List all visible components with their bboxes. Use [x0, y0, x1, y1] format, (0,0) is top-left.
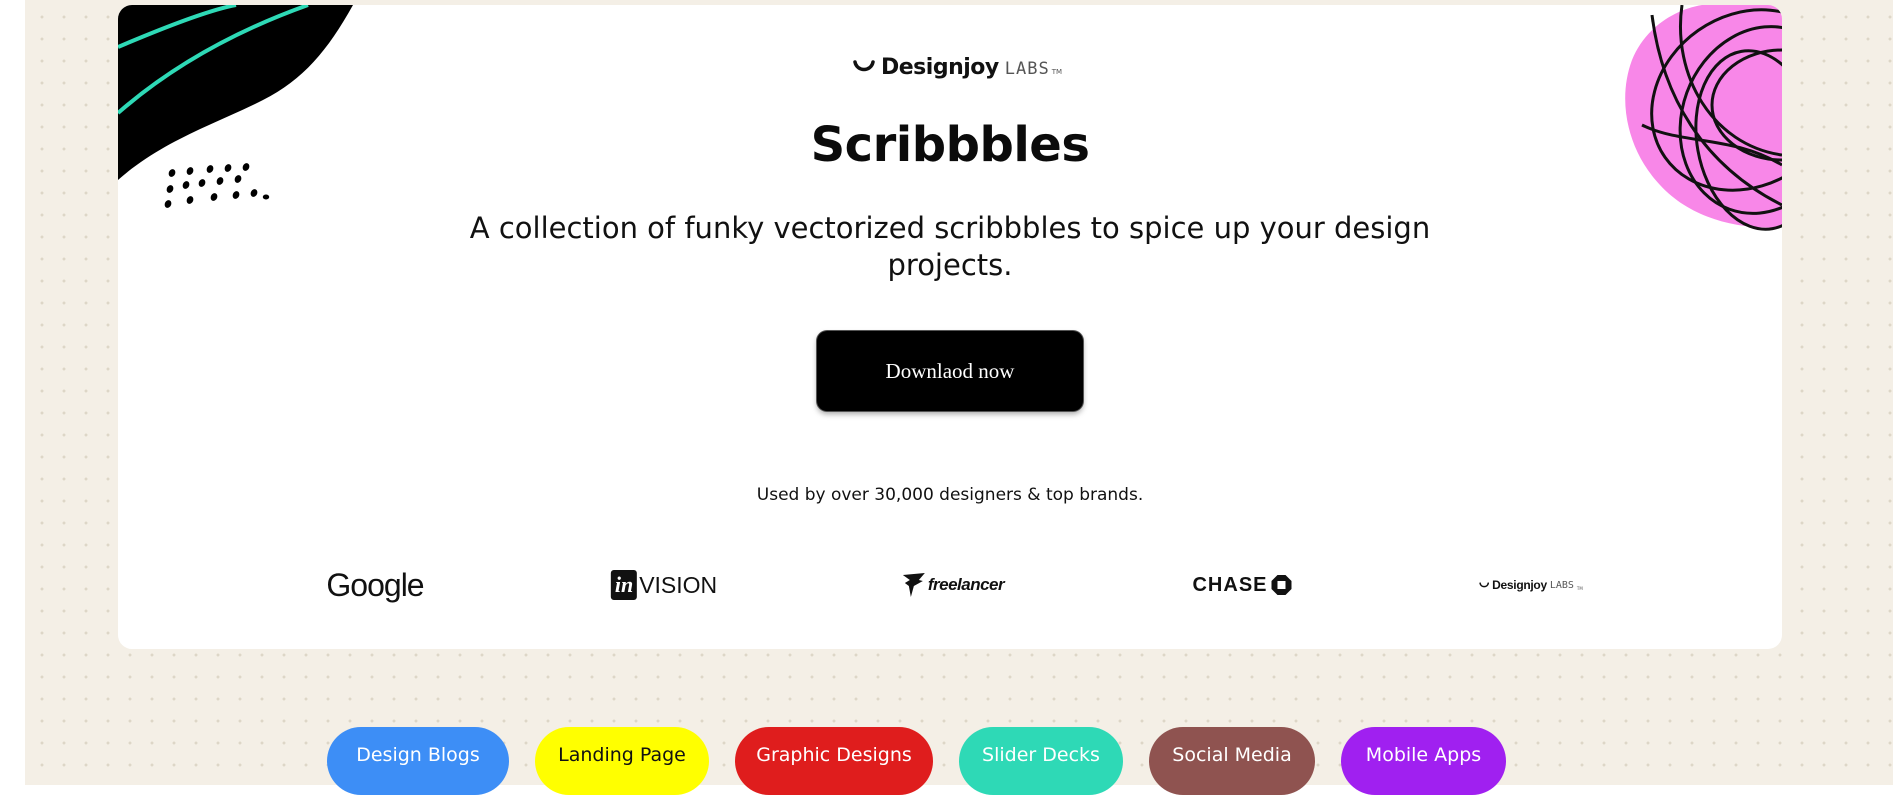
- category-label: Mobile Apps: [1365, 744, 1482, 766]
- category-pill-row: Design Blogs Landing Page Graphic Design…: [0, 727, 1893, 795]
- invision-badge: in: [610, 570, 638, 600]
- chase-wordmark: CHASE: [1192, 573, 1268, 596]
- designjoy-labs-logo[interactable]: Designjoy LABS TM: [853, 49, 1062, 85]
- bird-icon: [902, 573, 925, 597]
- smile-arc-icon: [853, 60, 875, 72]
- category-label: Graphic Designs: [756, 744, 912, 766]
- google-logo: Google: [326, 562, 424, 608]
- smile-arc-small-icon: [1479, 581, 1490, 587]
- page-title: Scribbbles: [810, 117, 1090, 173]
- brand-labs-label: LABS: [1004, 58, 1050, 79]
- designjoy-labs-small-logo: Designjoy LABS TM: [1479, 562, 1583, 608]
- chase-logo: CHASE: [1192, 562, 1292, 608]
- freelancer-logo: freelancer: [902, 562, 1005, 608]
- brand-name: Designjoy: [881, 54, 999, 80]
- category-label: Landing Page: [558, 744, 686, 766]
- mini-brand-trademark: TM: [1576, 585, 1583, 591]
- freelancer-wordmark: freelancer: [927, 575, 1005, 594]
- category-label: Slider Decks: [982, 744, 1100, 766]
- brand-trademark: TM: [1051, 68, 1063, 76]
- tagline: A collection of funky vectorized scribbb…: [469, 211, 1431, 282]
- social-proof-text: Used by over 30,000 designers & top bran…: [756, 485, 1144, 505]
- mini-brand-labs: LABS: [1549, 579, 1574, 591]
- brand-logos-strip: Google in VISION freelancer CHASE Design…: [118, 562, 1782, 608]
- hero-card: Designjoy LABS TM Scribbbles A collectio…: [118, 5, 1782, 649]
- category-label: Design Blogs: [356, 744, 480, 766]
- category-label: Social Media: [1172, 744, 1292, 766]
- octagon-icon: [1271, 575, 1292, 595]
- invision-wordmark: VISION: [639, 571, 718, 598]
- mini-brand-name: Designjoy: [1492, 578, 1547, 592]
- invision-logo: in VISION: [610, 562, 718, 608]
- download-now-button[interactable]: Downlaod now: [817, 331, 1083, 411]
- black-blob-decoration-icon: [118, 5, 353, 208]
- google-wordmark: Google: [326, 566, 424, 603]
